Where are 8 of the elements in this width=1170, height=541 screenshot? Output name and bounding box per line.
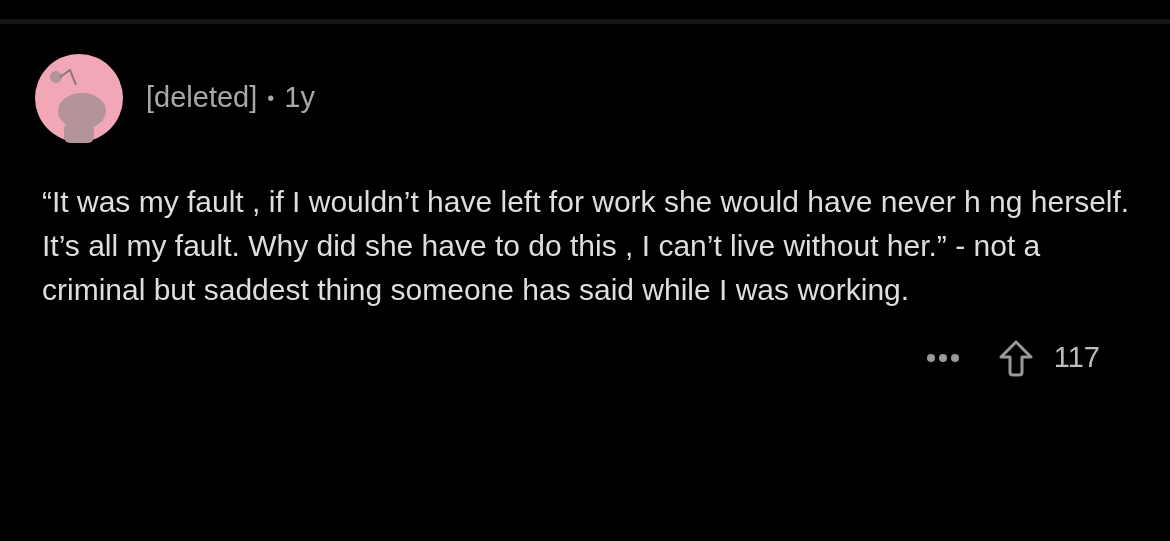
username[interactable]: [deleted] bbox=[146, 76, 258, 120]
comment-body: “It was my fault , if I wouldn’t have left for work she would have never h ng herself. It’s all my fault. Why did she have to do this , I can’t live without her.” - not a criminal but saddest thing someone has said while I was working. bbox=[42, 184, 1131, 308]
avatar-icon bbox=[34, 53, 124, 143]
vote-count: 117 bbox=[1053, 340, 1100, 375]
more-icon[interactable] bbox=[925, 352, 962, 363]
upvote-icon[interactable] bbox=[997, 338, 1034, 377]
separator-dot: • bbox=[267, 86, 275, 111]
comment-age: 1y bbox=[284, 80, 315, 116]
